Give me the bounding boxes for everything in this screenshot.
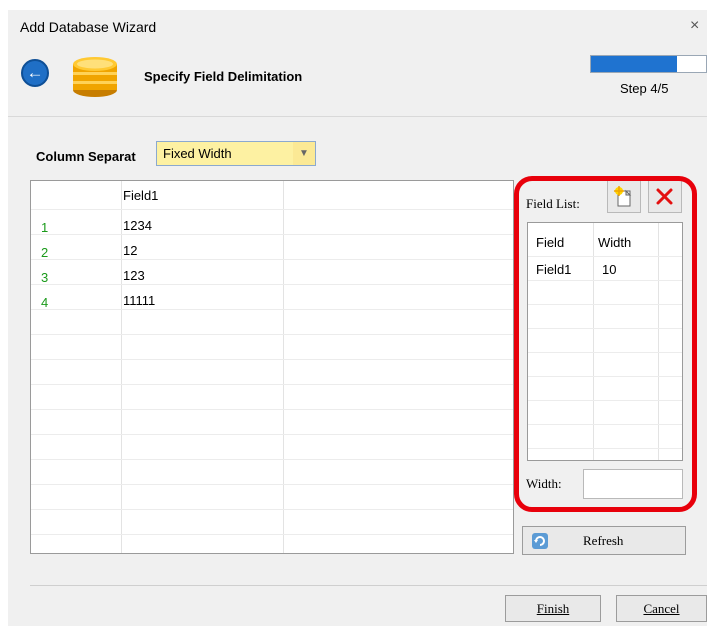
cancel-label: Cancel — [643, 600, 680, 616]
finish-label: Finish — [536, 600, 570, 616]
grid-divider — [31, 409, 513, 410]
table-cell: 123 — [123, 268, 145, 283]
step-progress-bar — [590, 55, 707, 73]
grid-divider — [31, 284, 513, 285]
column-separator-select[interactable]: Fixed Width ▼ — [156, 141, 316, 166]
grid-divider — [31, 359, 513, 360]
page-title: Specify Field Delimitation — [144, 69, 303, 84]
grid-divider — [31, 334, 513, 335]
column-header-field1[interactable]: Field1 — [123, 188, 158, 203]
row-number: 3 — [41, 270, 49, 285]
refresh-button[interactable]: Refresh — [522, 526, 686, 555]
chevron-down-icon[interactable]: ▼ — [293, 142, 315, 165]
grid-divider — [31, 534, 513, 535]
column-separator-value: Fixed Width — [163, 146, 232, 161]
grid-divider — [283, 181, 284, 553]
grid-divider — [121, 181, 122, 553]
grid-divider — [31, 509, 513, 510]
grid-divider — [31, 484, 513, 485]
grid-divider — [31, 209, 513, 210]
database-icon — [73, 57, 117, 97]
header-divider — [8, 116, 707, 117]
grid-divider — [31, 259, 513, 260]
preview-grid[interactable]: Field1 1 1234 2 12 3 123 4 11111 — [30, 180, 514, 554]
red-highlight-box — [514, 176, 697, 512]
grid-divider — [31, 234, 513, 235]
refresh-label: Refresh — [583, 532, 624, 548]
grid-divider — [31, 309, 513, 310]
back-arrow-icon: ← — [26, 63, 44, 82]
finish-button[interactable]: Finish — [505, 595, 601, 622]
back-button[interactable]: ← — [21, 59, 49, 87]
close-icon[interactable]: × — [690, 17, 699, 35]
grid-divider — [31, 384, 513, 385]
table-cell: 11111 — [123, 293, 156, 308]
progress-fill — [591, 56, 678, 72]
row-number: 4 — [41, 295, 49, 310]
row-number: 1 — [41, 220, 49, 235]
column-separator-label: Column Separat — [36, 149, 136, 164]
table-cell: 12 — [123, 243, 138, 258]
row-number: 2 — [41, 245, 49, 260]
grid-divider — [31, 434, 513, 435]
refresh-icon — [532, 532, 548, 549]
footer-divider — [30, 585, 707, 586]
cancel-button[interactable]: Cancel — [616, 595, 707, 622]
window-title: Add Database Wizard — [20, 19, 157, 35]
grid-divider — [31, 459, 513, 460]
step-indicator: Step 4/5 — [620, 81, 669, 96]
table-cell: 1234 — [123, 218, 152, 233]
